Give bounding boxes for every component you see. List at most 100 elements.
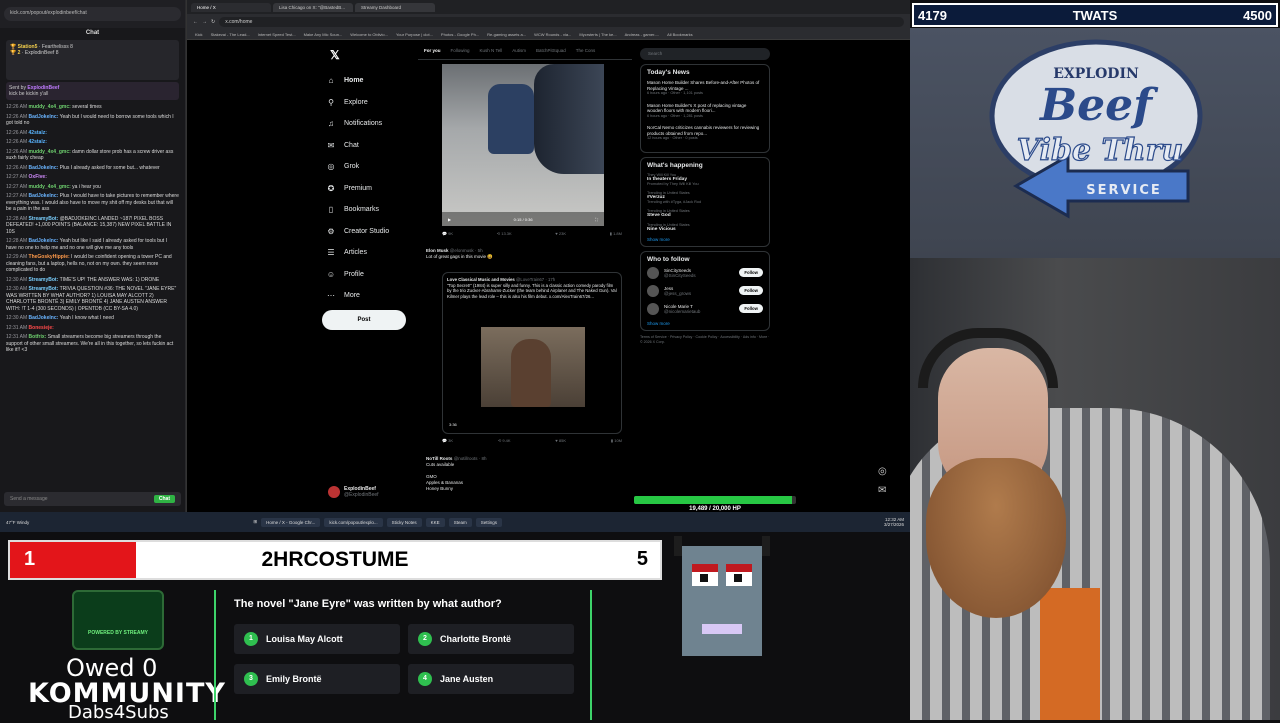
- tab-streamy-dashboard[interactable]: Streamy Dashboard: [355, 2, 435, 12]
- bookmark-item[interactable]: Welcome to Oblivio...: [350, 32, 388, 37]
- bookmark-item[interactable]: All Bookmarks: [667, 32, 693, 37]
- taskbar-app[interactable]: Sticky Notes: [386, 517, 422, 527]
- show-more-link[interactable]: Show more: [647, 237, 763, 242]
- feed-tab[interactable]: For you: [424, 48, 441, 59]
- message-username[interactable]: muddy_4x4_gmc:: [29, 149, 71, 155]
- messages-icon[interactable]: ✉: [878, 485, 896, 496]
- message-username[interactable]: Botfrix:: [29, 334, 47, 340]
- like-icon-stat[interactable]: ♥ 23K: [555, 231, 566, 236]
- trend-item[interactable]: They Will Kill You In theaters Friday Prom…: [647, 173, 763, 186]
- message-username[interactable]: muddy_4x4_gmc:: [29, 104, 71, 110]
- nav-item-profile[interactable]: ☺ Profile: [326, 264, 436, 286]
- nav-item-chat[interactable]: ✉ Chat: [326, 135, 436, 157]
- trend-item[interactable]: Trending in United States Nine Vicious: [647, 223, 763, 232]
- message-username[interactable]: BadJokeInc:: [29, 193, 59, 199]
- feed-tab[interactable]: Kush N Tell: [480, 48, 503, 59]
- message-username[interactable]: OxFive:: [29, 174, 47, 180]
- tab-lisa-chicago[interactable]: Lisa Chicago on X: "@BastedB...: [273, 2, 353, 12]
- feed-tab[interactable]: Following: [451, 48, 470, 59]
- feed-tab[interactable]: The Cons: [576, 48, 596, 59]
- follow-button[interactable]: Follow: [739, 304, 763, 313]
- nav-item-bookmarks[interactable]: ▯ Bookmarks: [326, 199, 436, 221]
- feed-tab[interactable]: BatchPitSquad: [536, 48, 566, 59]
- taskbar-app[interactable]: KKE: [425, 517, 445, 527]
- repost-icon-stat[interactable]: ⟲ 13.3K: [497, 231, 512, 236]
- message-username[interactable]: StreamyBot:: [29, 216, 59, 222]
- quoted-tweet[interactable]: Love Classical Music and Movies @LoveTra…: [442, 272, 622, 434]
- nav-item-notifications[interactable]: ♫ Notifications: [326, 113, 436, 135]
- tab-home-x[interactable]: Home / X: [191, 2, 271, 12]
- post-button[interactable]: Post: [322, 310, 406, 330]
- nav-item-premium[interactable]: ✪ Premium: [326, 178, 436, 200]
- repost-icon-stat[interactable]: ⟲ 9.4K: [498, 438, 511, 443]
- chat-send-button[interactable]: Chat: [153, 495, 175, 503]
- message-username[interactable]: StreamyBot:: [29, 286, 59, 292]
- message-username[interactable]: BadJokeInc:: [29, 114, 59, 120]
- clock[interactable]: 12:32 AM 3/27/2026: [884, 517, 904, 527]
- back-icon[interactable]: ←: [193, 19, 198, 25]
- bookmark-item[interactable]: Photos - Google Ph...: [441, 32, 479, 37]
- trend-item[interactable]: Trending in United States #Verzuz Trending…: [647, 191, 763, 204]
- nav-item-explore[interactable]: ⚲ Explore: [326, 92, 436, 114]
- avatar[interactable]: [647, 302, 659, 315]
- message-username[interactable]: BadJokeInc:: [29, 238, 59, 244]
- nav-item-creator-studio[interactable]: ⚙ Creator Studio: [326, 221, 436, 243]
- avatar[interactable]: [647, 266, 659, 279]
- message-username[interactable]: 42stalz:: [29, 139, 47, 145]
- chat-url[interactable]: kick.com/popout/explodinbeef/chat: [4, 7, 181, 21]
- tweet[interactable]: NoTill Roots @notillroots · 8h Cuts avai…: [426, 456, 626, 492]
- trend-item[interactable]: Trending in United States Steve God: [647, 209, 763, 218]
- bookmark-item[interactable]: Mycrsterts | The ke...: [579, 32, 616, 37]
- news-item[interactable]: NorCal Nemo criticizes cannabis reviewer…: [647, 125, 763, 142]
- message-username[interactable]: 42stalz:: [29, 130, 47, 136]
- chat-input[interactable]: Send a message Chat: [4, 492, 181, 506]
- views-icon-stat[interactable]: ▮ 10M: [611, 438, 622, 443]
- fullscreen-icon[interactable]: ⛶: [595, 217, 598, 222]
- start-icon[interactable]: ⊞: [253, 519, 257, 525]
- post-video[interactable]: ▶ 0:15 / 0:36 ⛶: [442, 64, 604, 226]
- bookmark-item[interactable]: Kick: [195, 32, 203, 37]
- bookmark-item[interactable]: Stakevai - The Lead...: [211, 32, 250, 37]
- follow-button[interactable]: Follow: [739, 286, 763, 295]
- message-username[interactable]: muddy_4x4_gmc:: [29, 184, 71, 190]
- forward-icon[interactable]: →: [202, 19, 207, 25]
- reply-icon-stat[interactable]: 💬 9K: [442, 231, 453, 236]
- search-input[interactable]: Search: [640, 48, 770, 60]
- news-item[interactable]: Mason Home Builder Shares Before-and-Aft…: [647, 80, 763, 97]
- play-icon[interactable]: ▶: [448, 217, 451, 222]
- quote-video[interactable]: [481, 327, 585, 407]
- message-username[interactable]: BadJokeInc:: [29, 315, 59, 321]
- show-more-link[interactable]: Show more: [647, 321, 763, 326]
- pinned-message[interactable]: Sent by ExplodinBeef kick be kickin y'al…: [6, 82, 179, 100]
- taskbar-app[interactable]: Home / X - Google Chr...: [261, 517, 321, 527]
- bookmark-item[interactable]: Andreas - gamer-...: [625, 32, 659, 37]
- tweet-author[interactable]: Elon Musk: [426, 248, 449, 253]
- bookmark-item[interactable]: Re-gaming assets a...: [487, 32, 526, 37]
- x-logo-icon[interactable]: 𝕏: [330, 48, 340, 62]
- reply-icon-stat[interactable]: 💬 3K: [442, 438, 453, 443]
- tweet-author[interactable]: NoTill Roots: [426, 456, 452, 461]
- weather-widget[interactable]: 47°F Windy: [6, 520, 29, 525]
- taskbar-app[interactable]: Settings: [475, 517, 502, 527]
- message-username[interactable]: Bonesieje:: [29, 325, 54, 331]
- grok-icon[interactable]: ◎: [878, 466, 896, 477]
- bookmark-item[interactable]: WCW Rounds - via...: [534, 32, 571, 37]
- nav-item-grok[interactable]: ◎ Grok: [326, 156, 436, 178]
- news-item[interactable]: Mason Home Builder's X post of replacing…: [647, 103, 763, 120]
- bookmark-item[interactable]: Make Any Mic Soun...: [304, 32, 343, 37]
- nav-item-home[interactable]: ⌂ Home: [326, 70, 436, 92]
- taskbar-app[interactable]: Steam: [448, 517, 472, 527]
- views-icon-stat[interactable]: ▮ 1.8M: [610, 231, 622, 236]
- bookmark-item[interactable]: Internet Speed Test...: [258, 32, 296, 37]
- message-username[interactable]: BadJokeInc:: [29, 165, 59, 171]
- bookmark-item[interactable]: Your Purpose | clot...: [396, 32, 433, 37]
- taskbar-app[interactable]: kick.com/popout/explo...: [324, 517, 383, 527]
- nav-item-more[interactable]: ⋯ More: [326, 285, 436, 307]
- follow-name[interactable]: SinCitySeeds: [664, 268, 696, 273]
- nav-item-articles[interactable]: ☰ Articles: [326, 242, 436, 264]
- profile-switcher[interactable]: ExplodinBeef @ExplodinBeef: [328, 486, 379, 498]
- like-icon-stat[interactable]: ♥ 85K: [555, 438, 566, 443]
- avatar[interactable]: [647, 284, 659, 297]
- url-field[interactable]: x.com/home: [219, 17, 904, 27]
- reload-icon[interactable]: ↻: [211, 19, 215, 25]
